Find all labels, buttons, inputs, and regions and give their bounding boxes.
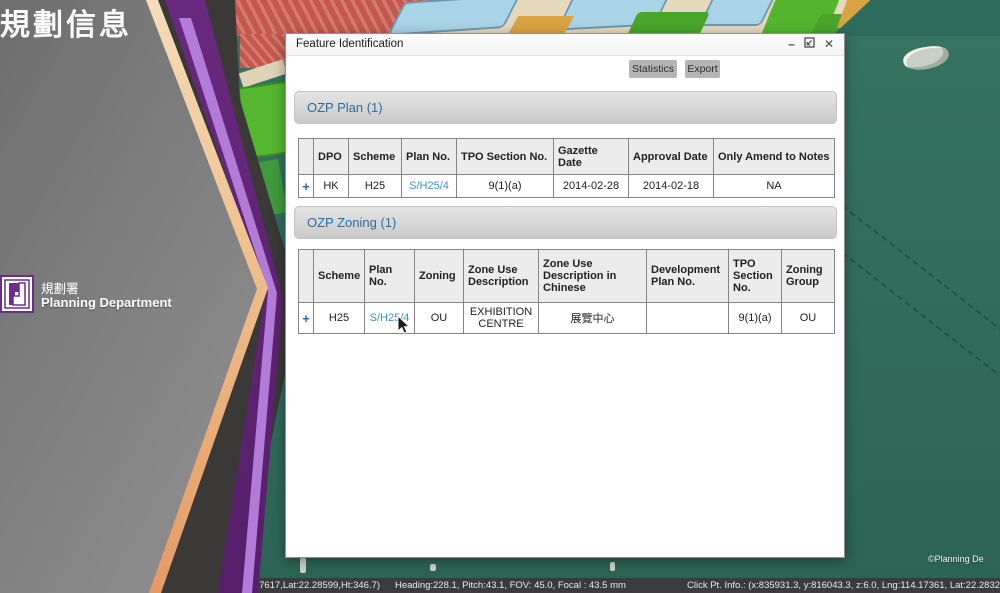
cell-zone-use-chinese: 展覽中心	[539, 303, 647, 334]
dialog-title-bar[interactable]: Feature Identification – ✕	[286, 34, 844, 56]
plan-no-link[interactable]: S/H25/4	[409, 180, 449, 192]
cell-development-plan	[647, 303, 729, 334]
cell-only-amend: NA	[714, 175, 835, 198]
ozp-zoning-table: Scheme Plan No. Zoning Zone Use Descript…	[298, 249, 835, 334]
column-header: Zone Use Description in Chinese	[539, 250, 647, 303]
statistics-button[interactable]: Statistics	[629, 60, 677, 78]
cell-scheme: H25	[349, 175, 402, 198]
maximize-icon[interactable]	[804, 36, 815, 52]
table-row: + HK H25 S/H25/4 9(1)(a) 2014-02-28 2014…	[299, 175, 835, 198]
column-header: DPO	[314, 139, 349, 175]
cell-zoning: OU	[415, 303, 464, 334]
section-title: OZP Plan (1)	[307, 92, 836, 123]
cell-zone-use: EXHIBITION CENTRE	[464, 303, 539, 334]
cell-scheme: H25	[314, 303, 365, 334]
cell-approval-date: 2014-02-18	[629, 175, 714, 198]
column-header: Zoning Group	[782, 250, 835, 303]
column-header: Scheme	[314, 250, 365, 303]
column-header: Plan No.	[402, 139, 457, 175]
section-header-ozp-zoning[interactable]: OZP Zoning (1)	[294, 206, 837, 239]
feature-identification-dialog: Feature Identification – ✕ Statistics Ex…	[285, 33, 845, 558]
planning-department-logo-text: 規劃署 Planning Department	[41, 282, 172, 311]
column-header: TPO Section No.	[729, 250, 782, 303]
expand-row-button[interactable]: +	[302, 179, 310, 194]
column-header-expand	[299, 250, 314, 303]
minimize-icon[interactable]: –	[788, 36, 795, 52]
column-header: Approval Date	[629, 139, 714, 175]
mouse-cursor	[397, 315, 411, 340]
cell-tpo-section: 9(1)(a)	[457, 175, 554, 198]
window-controls: – ✕	[788, 36, 834, 52]
column-header: Plan No.	[365, 250, 415, 303]
column-header-expand	[299, 139, 314, 175]
ozp-plan-table: DPO Scheme Plan No. TPO Section No. Gaze…	[298, 138, 835, 198]
column-header: Zoning	[415, 250, 464, 303]
planning-department-logo-icon	[0, 275, 34, 318]
cell-tpo-section: 9(1)(a)	[729, 303, 782, 334]
column-header: TPO Section No.	[457, 139, 554, 175]
close-icon[interactable]: ✕	[824, 36, 834, 52]
column-header: Zone Use Description	[464, 250, 539, 303]
dialog-title: Feature Identification	[296, 38, 403, 50]
column-header: Gazette Date	[554, 139, 629, 175]
logo-text-english: Planning Department	[41, 296, 172, 311]
export-button[interactable]: Export	[685, 60, 720, 78]
section-title: OZP Zoning (1)	[307, 207, 836, 238]
column-header: Only Amend to Notes	[714, 139, 835, 175]
column-header: Scheme	[349, 139, 402, 175]
cell-gazette-date: 2014-02-28	[554, 175, 629, 198]
logo-text-chinese: 規劃署	[41, 282, 172, 296]
cell-dpo: HK	[314, 175, 349, 198]
table-header-row: DPO Scheme Plan No. TPO Section No. Gaze…	[299, 139, 835, 175]
section-header-ozp-plan[interactable]: OZP Plan (1)	[294, 91, 837, 124]
expand-row-button[interactable]: +	[302, 311, 310, 326]
cell-zoning-group: OU	[782, 303, 835, 334]
column-header: Development Plan No.	[647, 250, 729, 303]
table-header-row: Scheme Plan No. Zoning Zone Use Descript…	[299, 250, 835, 303]
table-row: + H25 S/H25/4 OU EXHIBITION CENTRE 展覽中心 …	[299, 303, 835, 334]
app-window: ©Planning De 114.17617,Lat:22.28599,Ht:3…	[0, 0, 1000, 593]
